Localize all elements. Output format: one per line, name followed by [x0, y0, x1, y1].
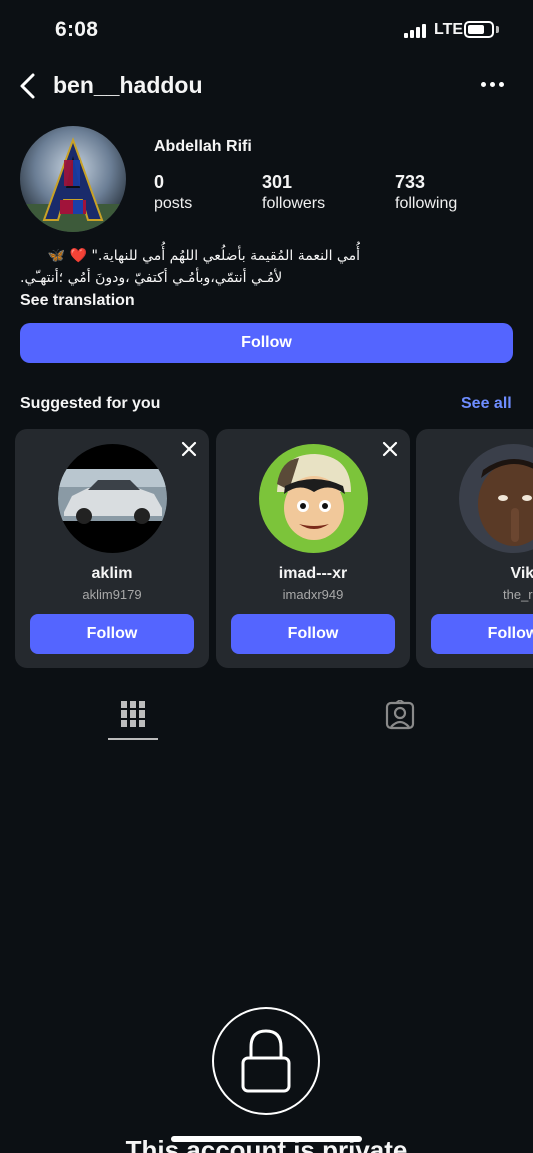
close-icon[interactable]: [382, 441, 398, 457]
followers-count: 301: [262, 172, 293, 192]
card-name: aklim: [91, 565, 133, 582]
posts-label: posts: [154, 195, 193, 212]
card-follow-button[interactable]: Follow: [30, 614, 194, 654]
followers-label: followers: [262, 195, 326, 212]
suggested-card[interactable]: aklim aklim9179 Follow: [15, 429, 209, 668]
followers-stat[interactable]: 301 followers: [262, 172, 325, 213]
card-name: imad---xr: [278, 565, 348, 582]
avatar[interactable]: [459, 444, 533, 553]
profile-full-name: Abdellah Rifi: [154, 138, 252, 155]
card-handle: the_real.vi: [503, 587, 533, 602]
avatar[interactable]: [259, 444, 368, 553]
card-follow-button[interactable]: Follow: [431, 614, 533, 654]
status-time: 6:08: [55, 18, 99, 41]
suggested-card[interactable]: Viktor the_real.vi Follow: [416, 429, 533, 668]
home-indicator[interactable]: [171, 1136, 362, 1142]
lock-circle: [212, 1007, 320, 1115]
profile-avatar[interactable]: [20, 126, 126, 232]
see-all-link[interactable]: See all: [461, 395, 512, 413]
signal-icon: [404, 24, 428, 38]
grid-icon[interactable]: [121, 701, 145, 727]
lock-icon: [241, 1029, 291, 1093]
close-icon[interactable]: [181, 441, 197, 457]
bio-line-2: لأمُـي أنتمّي،وبأمُـي أكتفيّ ،ودونَ أمُي…: [20, 270, 283, 286]
profile-username: ben__haddou: [53, 72, 203, 98]
see-translation-link[interactable]: See translation: [20, 292, 135, 310]
following-stat[interactable]: 733 following: [395, 172, 457, 213]
suggested-title: Suggested for you: [20, 395, 161, 412]
card-follow-button[interactable]: Follow: [231, 614, 395, 654]
posts-stat: 0 posts: [154, 172, 192, 213]
back-icon[interactable]: [16, 72, 44, 100]
card-handle: imadxr949: [282, 587, 344, 602]
following-label: following: [395, 195, 458, 212]
following-count: 733: [395, 172, 426, 192]
battery-icon: [464, 21, 494, 38]
suggested-card[interactable]: imad---xr imadxr949 Follow: [216, 429, 410, 668]
avatar[interactable]: [58, 444, 167, 553]
card-handle: aklim9179: [82, 587, 142, 602]
network-label: LTE: [434, 21, 464, 38]
active-tab-indicator: [108, 738, 158, 740]
tagged-icon[interactable]: [385, 700, 415, 730]
posts-count: 0: [154, 172, 165, 192]
card-name: Viktor: [510, 565, 533, 582]
battery-cap: [496, 26, 499, 33]
bio-line-1: أُمي النعمة المُقيمة بأضلُعي اللهُم أُمي…: [47, 248, 360, 264]
more-options-icon[interactable]: [481, 82, 505, 90]
follow-button[interactable]: Follow: [20, 323, 513, 363]
